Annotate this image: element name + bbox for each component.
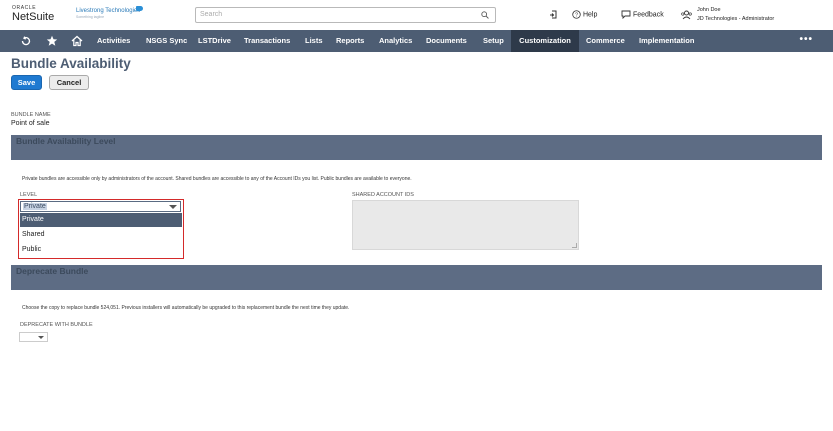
bundle-name-value: Point of sale xyxy=(11,120,50,127)
shared-account-ids-textarea[interactable] xyxy=(352,200,579,250)
chevron-down-icon[interactable] xyxy=(169,205,177,209)
nav-lists[interactable]: Lists xyxy=(305,30,323,52)
top-header: ORACLE NetSuite Livestrong Technologies … xyxy=(0,0,833,30)
search-icon[interactable] xyxy=(481,11,489,19)
nav-commerce[interactable]: Commerce xyxy=(586,30,625,52)
home-icon[interactable] xyxy=(71,35,83,47)
company-logo[interactable]: Livestrong Technologies Something taglin… xyxy=(76,6,143,19)
level-select[interactable]: Private xyxy=(20,201,181,212)
nav-setup[interactable]: Setup xyxy=(483,30,504,52)
nav-nsgs-sync[interactable]: NSGS Sync xyxy=(146,30,187,52)
company-name: Livestrong Technologies xyxy=(76,8,141,14)
cancel-button[interactable]: Cancel xyxy=(49,75,89,90)
availability-section-header[interactable]: Bundle Availability Level xyxy=(11,135,822,160)
page-title: Bundle Availability xyxy=(11,56,131,71)
netsuite-label: NetSuite xyxy=(12,11,55,23)
deprecate-section-header[interactable]: Deprecate Bundle xyxy=(11,265,822,290)
deprecate-section-title: Deprecate Bundle xyxy=(16,266,89,276)
level-label: LEVEL xyxy=(20,192,38,198)
level-selected-value: Private xyxy=(23,203,47,210)
nav-implementation[interactable]: Implementation xyxy=(639,30,694,52)
company-flag-icon xyxy=(136,6,143,11)
feedback-link[interactable]: Feedback xyxy=(621,10,664,19)
nav-lstdrive[interactable]: LSTDrive xyxy=(198,30,231,52)
help-icon: ? xyxy=(572,10,581,19)
company-tagline: Something tagline xyxy=(76,15,105,19)
shared-account-ids-label: SHARED ACCOUNT IDS xyxy=(352,192,414,198)
nav-transactions[interactable]: Transactions xyxy=(244,30,290,52)
availability-help-text: Private bundles are accessible only by a… xyxy=(22,176,412,182)
level-option-public[interactable]: Public xyxy=(20,243,182,257)
user-name: John Doe xyxy=(697,7,721,13)
save-button[interactable]: Save xyxy=(11,75,42,90)
nav-more-button[interactable]: ••• xyxy=(799,30,813,50)
chevron-down-icon[interactable] xyxy=(38,336,44,339)
recent-icon[interactable] xyxy=(20,35,32,47)
deprecate-with-bundle-label: DEPRECATE WITH BUNDLE xyxy=(20,322,93,328)
resize-handle-icon[interactable] xyxy=(572,243,577,248)
deprecate-help-text: Choose the copy to replace bundle 524,05… xyxy=(22,305,350,311)
bundle-name-label: BUNDLE NAME xyxy=(11,112,51,118)
level-option-private[interactable]: Private xyxy=(20,213,182,227)
deprecate-with-bundle-select[interactable] xyxy=(19,332,48,342)
help-link[interactable]: ? Help xyxy=(572,10,597,19)
level-option-shared[interactable]: Shared xyxy=(20,228,182,242)
feedback-icon xyxy=(621,10,631,19)
netsuite-logo[interactable]: ORACLE NetSuite xyxy=(12,6,54,23)
nav-analytics[interactable]: Analytics xyxy=(379,30,412,52)
global-search-input[interactable]: Search xyxy=(195,7,496,23)
recent-records-icon[interactable] xyxy=(549,9,559,20)
nav-reports[interactable]: Reports xyxy=(336,30,364,52)
level-dropdown[interactable]: Private Private Shared Public xyxy=(18,199,184,259)
feedback-label: Feedback xyxy=(632,11,664,19)
nav-activities[interactable]: Activities xyxy=(97,30,130,52)
nav-documents[interactable]: Documents xyxy=(426,30,467,52)
roles-icon xyxy=(681,10,692,20)
main-navigation: Activities NSGS Sync LSTDrive Transactio… xyxy=(0,30,833,52)
nav-customization[interactable]: Customization xyxy=(511,30,579,52)
search-placeholder: Search xyxy=(200,11,223,18)
help-label: Help xyxy=(582,11,598,19)
svg-text:?: ? xyxy=(575,13,578,19)
user-role: JD Technologies - Administrator xyxy=(697,16,775,22)
availability-section-title: Bundle Availability Level xyxy=(16,136,116,146)
favorites-star-icon[interactable] xyxy=(46,35,58,47)
